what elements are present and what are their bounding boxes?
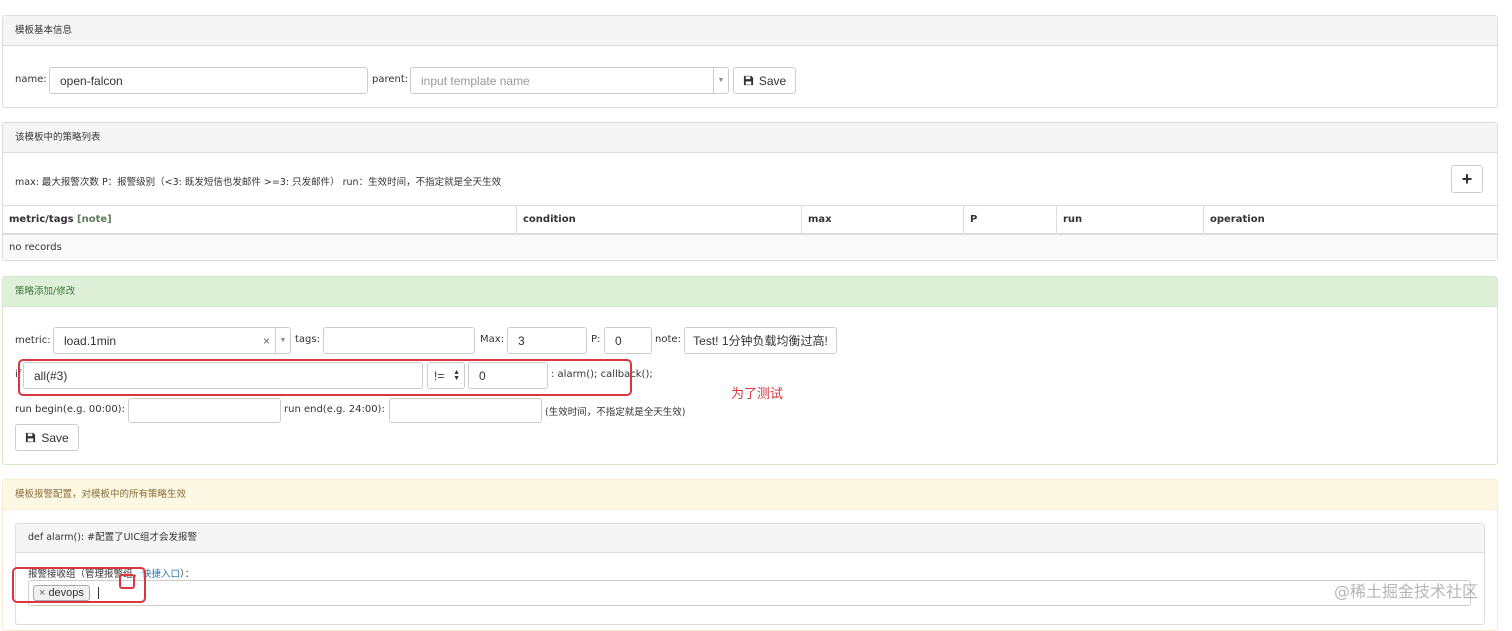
annotation-box-condition	[18, 359, 632, 396]
strategy-table: metric/tags [note] condition max P run o…	[3, 205, 1497, 260]
p-label: P:	[591, 334, 601, 345]
col-metric-tags: metric/tags [note]	[9, 214, 112, 225]
parent-placeholder: input template name	[421, 73, 530, 88]
max-input[interactable]: 3	[507, 327, 587, 354]
watermark: @稀土掘金技术社区	[1334, 582, 1479, 601]
run-begin-label: run begin(e.g. 00:00):	[15, 404, 125, 415]
note-tag: [note]	[77, 214, 112, 225]
alarm-subpanel-title: def alarm(): #配置了UIC组才会发报警	[16, 524, 1484, 553]
strategy-edit-title: 策略添加/修改	[3, 277, 1497, 307]
alarm-config-title: 模板报警配置，对模板中的所有策略生效	[3, 480, 1497, 510]
floppy-disk-icon	[743, 75, 753, 86]
template-info-title: 模板基本信息	[3, 16, 1497, 46]
metric-select[interactable]: load.1min × ▼	[53, 327, 291, 354]
col-condition: condition	[516, 206, 801, 233]
annotation-box-small	[119, 574, 135, 589]
table-row: no records	[3, 235, 1497, 260]
col-p: P	[963, 206, 1056, 233]
p-input[interactable]: 0	[604, 327, 652, 354]
annotation-text: 为了测试	[731, 387, 784, 402]
save-strategy-button[interactable]: Save	[15, 424, 79, 451]
parent-select[interactable]: input template name ▼	[410, 67, 729, 94]
metric-label: metric:	[15, 335, 51, 346]
note-label: note:	[655, 334, 681, 345]
strategy-list-title: 该模板中的策略列表	[3, 123, 1497, 153]
tags-input[interactable]	[323, 327, 475, 354]
receiver-groups-input[interactable]: × devops	[28, 580, 1471, 606]
col-run: run	[1056, 206, 1203, 233]
col-operation: operation	[1203, 206, 1497, 233]
template-info-panel: 模板基本信息 name: open-falcon parent: input t…	[2, 15, 1498, 108]
strategy-edit-panel: 策略添加/修改 metric: load.1min × ▼ tags: Max:…	[2, 276, 1498, 465]
floppy-disk-icon	[26, 432, 36, 443]
no-records-text: no records	[9, 242, 62, 253]
plus-icon: +	[1461, 168, 1473, 189]
add-strategy-button[interactable]: +	[1451, 165, 1483, 193]
strategy-legend: max: 最大报警次数 P：报警级别（<3: 既发短信也发邮件 >=3: 只发邮…	[15, 177, 502, 188]
chevron-down-icon: ▼	[713, 68, 728, 93]
quick-entry-link[interactable]: 快捷入口	[142, 569, 180, 580]
strategy-list-panel: 该模板中的策略列表 max: 最大报警次数 P：报警级别（<3: 既发短信也发邮…	[2, 122, 1498, 261]
note-input[interactable]: Test! 1分钟负载均衡过高!	[684, 327, 837, 354]
name-input[interactable]: open-falcon	[49, 67, 368, 94]
run-begin-input[interactable]	[128, 398, 281, 423]
save-template-button[interactable]: Save	[733, 67, 796, 94]
alarm-config-panel: 模板报警配置，对模板中的所有策略生效 def alarm(): #配置了UIC组…	[2, 479, 1498, 631]
name-label: name:	[15, 74, 47, 85]
strategy-table-header: metric/tags [note] condition max P run o…	[3, 206, 1497, 235]
tags-label: tags:	[295, 334, 320, 345]
parent-label: parent:	[372, 74, 409, 85]
alarm-subpanel: def alarm(): #配置了UIC组才会发报警 报警接收组（管理报警组，快…	[15, 523, 1485, 625]
run-end-input[interactable]	[389, 398, 542, 423]
max-label: Max:	[480, 334, 505, 345]
run-end-label: run end(e.g. 24:00):	[284, 404, 385, 415]
chevron-down-icon: ▼	[275, 328, 290, 353]
col-max: max	[801, 206, 963, 233]
run-hint: (生效时间，不指定就是全天生效)	[545, 407, 686, 418]
clear-icon[interactable]: ×	[263, 328, 270, 353]
